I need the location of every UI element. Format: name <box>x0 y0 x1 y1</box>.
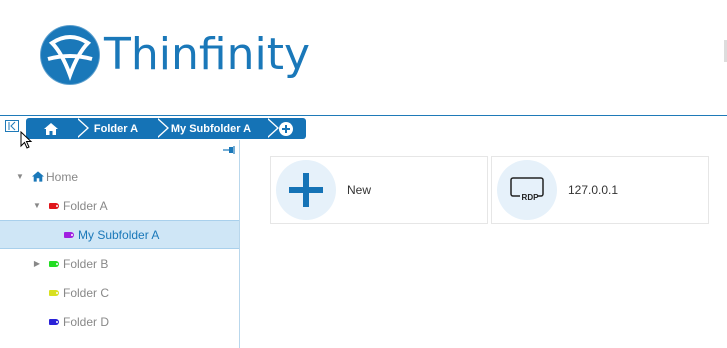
card-label: New <box>347 183 372 197</box>
home-icon <box>32 171 44 182</box>
tree-node-my-subfolder-a[interactable]: My Subfolder A <box>0 220 239 249</box>
chevron-down-icon[interactable]: ▼ <box>33 201 41 210</box>
tree-node-folder-c[interactable]: Folder C <box>0 278 239 307</box>
home-icon <box>44 122 58 135</box>
tag-icon <box>49 289 59 296</box>
brand-logo: Thinfinity <box>38 20 310 90</box>
new-icon-circle <box>276 160 336 220</box>
tree-node-folder-d[interactable]: Folder D <box>0 307 239 336</box>
plus-circle-icon <box>279 121 293 136</box>
tree-node-label: My Subfolder A <box>78 227 160 242</box>
collapse-sidebar-button[interactable] <box>5 120 19 132</box>
rdp-icon: RDP <box>510 177 544 202</box>
tree-node-label: Folder A <box>63 198 108 213</box>
breadcrumb-folder-a-label: Folder A <box>93 122 139 135</box>
tree-node-folder-a[interactable]: ▼ Folder A <box>0 191 239 220</box>
rdp-connection-card[interactable]: RDP 127.0.0.1 <box>491 156 709 224</box>
breadcrumb-toolbar: Folder A My Subfolder A <box>0 116 727 140</box>
tree-node-label: Folder D <box>63 314 110 329</box>
breadcrumb-my-subfolder-a-label: My Subfolder A <box>170 122 252 135</box>
plus-icon <box>289 173 323 207</box>
pin-icon[interactable] <box>223 146 235 154</box>
tag-icon <box>49 260 59 267</box>
new-connection-card[interactable]: New <box>270 156 488 224</box>
tree-node-label: Home <box>46 169 79 184</box>
tree-node-home[interactable]: ▼ Home <box>0 162 239 191</box>
folder-sidebar: ▼ Home ▼ Folder A My Subfolder A ▶ Folde <box>0 140 240 348</box>
rdp-icon-text: RDP <box>522 193 540 202</box>
chevron-down-icon[interactable]: ▼ <box>16 172 24 181</box>
chevron-right-icon[interactable]: ▶ <box>33 259 41 268</box>
card-label: 127.0.0.1 <box>568 183 619 197</box>
tree-node-folder-b[interactable]: ▶ Folder B <box>0 249 239 278</box>
connection-grid: New RDP 127.0.0.1 <box>270 156 709 224</box>
brand-logo-text: Thinfinity <box>104 29 310 80</box>
tag-icon <box>49 202 59 209</box>
breadcrumb-my-subfolder-a[interactable]: My Subfolder A <box>156 118 279 139</box>
collapse-icon <box>8 121 16 131</box>
tag-icon <box>49 318 59 325</box>
tree-node-label: Folder B <box>63 256 109 271</box>
rdp-icon-circle: RDP <box>497 160 557 220</box>
folder-tree: ▼ Home ▼ Folder A My Subfolder A ▶ Folde <box>0 162 239 336</box>
tree-node-label: Folder C <box>63 285 110 300</box>
app-header: Thinfinity <box>0 0 727 116</box>
breadcrumb: Folder A My Subfolder A <box>26 118 306 139</box>
thinfinity-logo-icon <box>39 24 101 86</box>
tag-icon <box>64 231 74 238</box>
